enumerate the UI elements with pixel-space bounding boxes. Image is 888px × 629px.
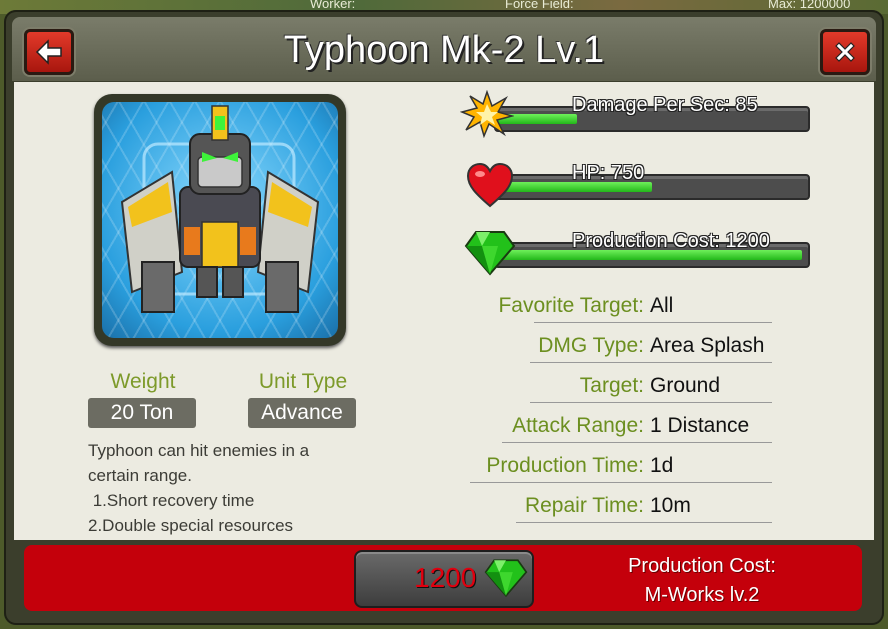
info-value: 10m [650, 494, 691, 517]
info-row: Repair Time: 10m [14, 486, 874, 524]
dialog-body: Weight 20 Ton Unit Type Advance Typhoon … [14, 82, 874, 540]
divider [530, 402, 772, 403]
dialog-title: Typhoon Mk-2 Lv.1 [283, 29, 605, 71]
divider [516, 522, 772, 523]
info-row: DMG Type: Area Splash [14, 326, 874, 364]
info-value: 1 Distance [650, 414, 750, 437]
produce-button[interactable]: 1200 [354, 550, 534, 608]
info-key: Production Time: [486, 454, 644, 477]
divider [502, 442, 772, 443]
divider [470, 482, 772, 483]
production-requirement: Production Cost: M-Works lv.2 [592, 552, 812, 610]
damage-label: Damage Per Sec: 85 [572, 94, 758, 116]
hp-label: HP: 750 [572, 162, 645, 184]
info-row: Production Time: 1d [14, 446, 874, 484]
production-footer: 1200 Production Cost: M-Works lv.2 [24, 545, 862, 611]
gem-icon [464, 230, 516, 281]
info-key: Target: [579, 374, 644, 397]
gem-icon [484, 557, 528, 604]
production-building: M-Works lv.2 [644, 584, 760, 606]
back-button[interactable] [24, 29, 74, 75]
info-key: Attack Range: [512, 414, 644, 437]
close-x-icon [830, 41, 860, 74]
info-row: Attack Range: 1 Distance [14, 406, 874, 444]
info-value: Area Splash [650, 334, 765, 357]
production-cost-heading: Production Cost: [628, 555, 776, 577]
info-row: Favorite Target: All [14, 286, 874, 324]
heart-icon [466, 162, 514, 213]
dialog-header: Typhoon Mk-2 Lv.1 [12, 17, 876, 81]
info-key: Favorite Target: [498, 294, 644, 317]
info-value: Ground [650, 374, 721, 397]
production-cost-label: Production Cost: 1200 [572, 230, 770, 252]
produce-cost-value: 1200 [414, 562, 477, 593]
info-row: Target: Ground [14, 366, 874, 404]
back-arrow-icon [34, 39, 64, 74]
divider [534, 322, 772, 323]
close-button[interactable] [820, 29, 870, 75]
info-value: 1d [650, 454, 674, 477]
hp-bar [494, 174, 810, 200]
info-value: All [650, 294, 674, 317]
explosion-icon [459, 89, 515, 143]
divider [530, 362, 772, 363]
info-key: Repair Time: [524, 494, 644, 517]
info-key: DMG Type: [538, 334, 644, 357]
